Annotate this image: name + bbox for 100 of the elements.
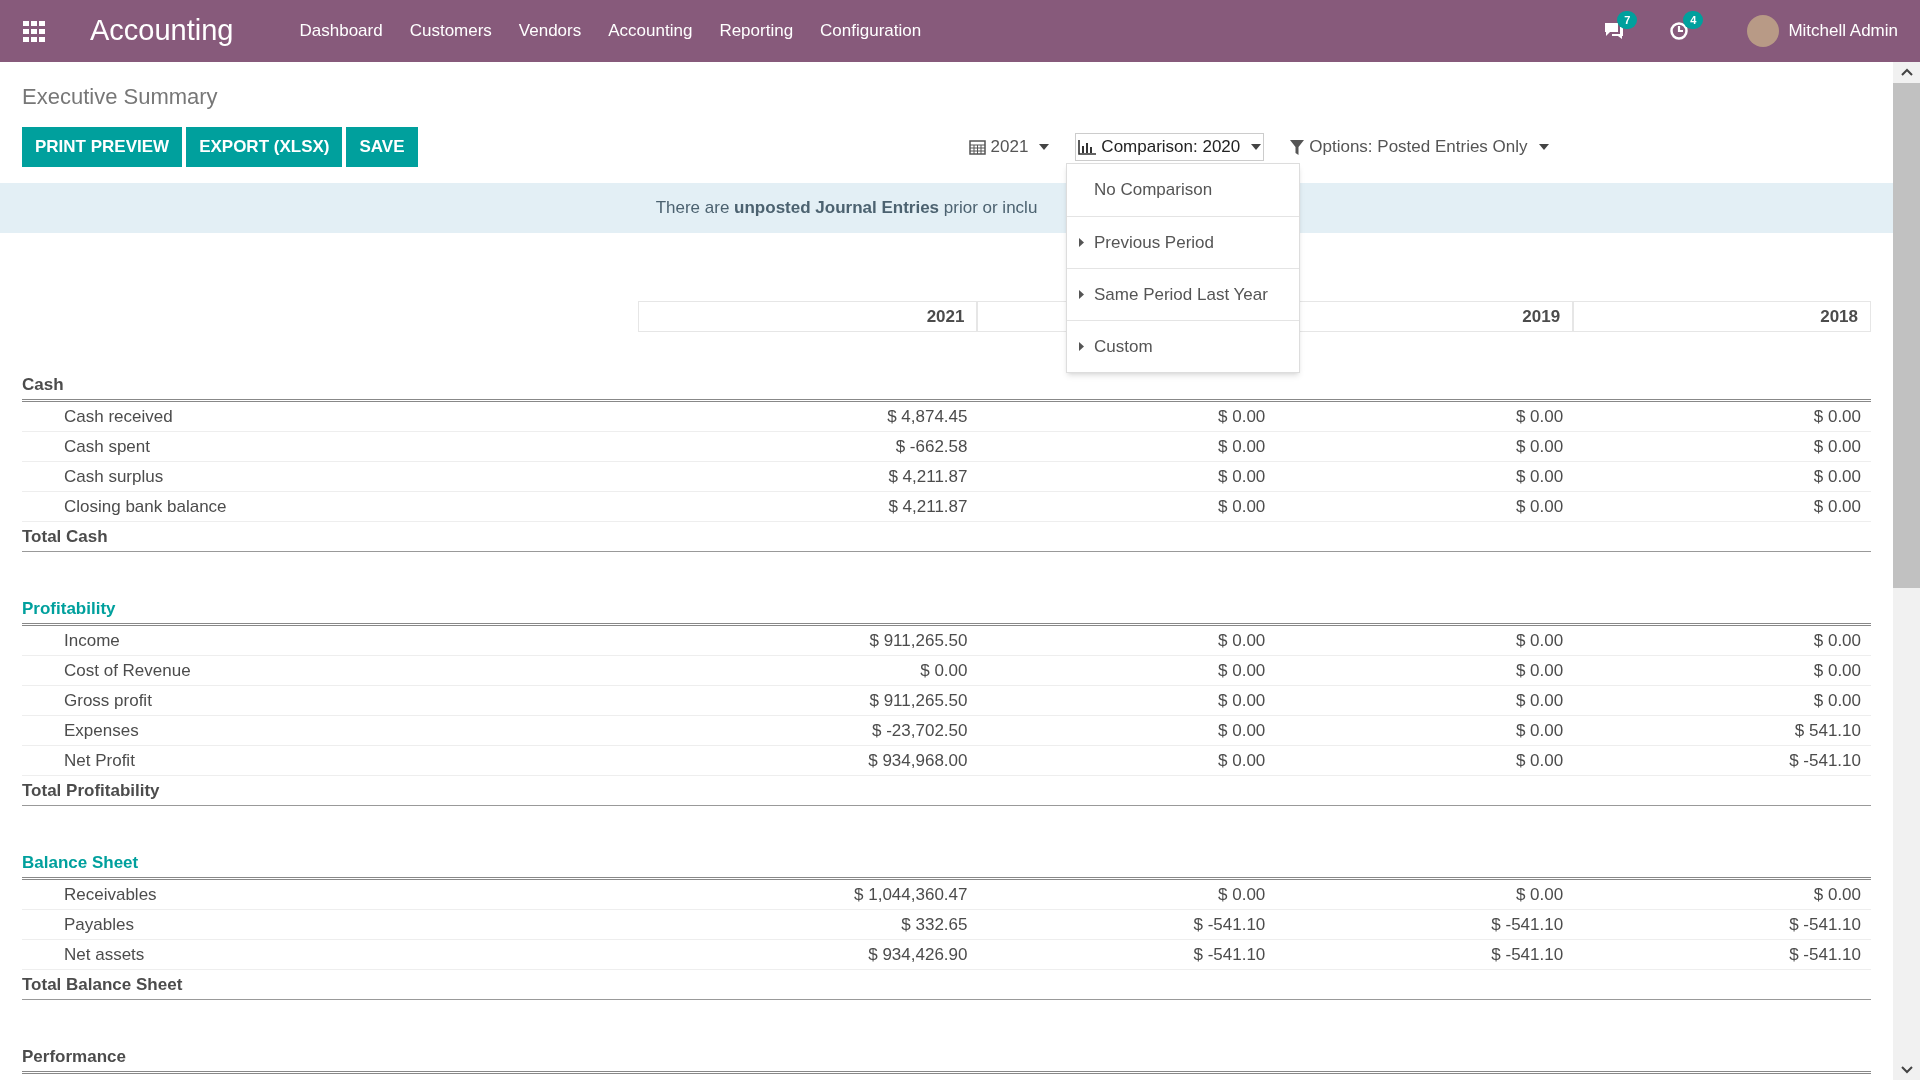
nav-menu-item[interactable]: Reporting	[719, 18, 794, 44]
total-label: Total Cash	[22, 525, 108, 548]
amount: $ -541.10	[1491, 914, 1564, 934]
amount: $ 0.00	[1515, 720, 1564, 740]
row-label: Cash spent	[63, 435, 151, 458]
section-heading[interactable]: Profitability	[22, 595, 116, 623]
amount: $ 0.00	[1218, 406, 1266, 426]
warning-message: There are unposted Journal Entries prior or inclu	[655, 197, 1038, 220]
toolbar-button[interactable]: SAVE	[346, 127, 418, 167]
amount: $ 0.00	[1218, 720, 1266, 740]
toolbar-button[interactable]: EXPORT (XLSX)	[186, 127, 343, 167]
dropdown-item[interactable]: Previous Period	[1067, 216, 1299, 268]
amount: $ 0.00	[1515, 690, 1564, 710]
amount: $ 332.65	[901, 914, 968, 934]
amount: $ 0.00	[1813, 406, 1861, 426]
amount: $ 0.00	[1813, 496, 1861, 516]
amount: $ 911,265.50	[869, 690, 968, 710]
amount: $ 0.00	[1218, 660, 1266, 680]
amount: $ 0.00	[1218, 750, 1266, 770]
dropdown-item[interactable]: Custom	[1067, 320, 1299, 372]
amount: $ 0.00	[1218, 690, 1266, 710]
row-label: Net Profit	[63, 749, 136, 772]
amount: $ 0.00	[1218, 436, 1266, 456]
total-label: Total Profitability	[22, 779, 160, 802]
amount: $ 0.00	[1813, 660, 1861, 680]
amount: $ -541.10	[1789, 750, 1861, 770]
amount: $ 0.00	[1813, 436, 1861, 456]
filter-dropdown[interactable]: Options: Posted Entries Only	[1288, 133, 1551, 161]
filter-icon	[1290, 139, 1305, 155]
amount: $ -541.10	[1491, 944, 1564, 964]
amount: $ 1,044,360.47	[854, 884, 968, 904]
row-label: Payables	[63, 913, 135, 936]
amount: $ -662.58	[895, 436, 968, 456]
calendar-icon	[968, 139, 986, 155]
nav-menu-item[interactable]: Dashboard	[299, 18, 383, 44]
amount: $ 0.00	[920, 660, 968, 680]
amount: $ 4,211.87	[888, 466, 968, 486]
clock-icon[interactable]	[1669, 21, 1690, 41]
row-label: Gross profit	[63, 689, 153, 712]
nav-menu-item[interactable]: Vendors	[518, 18, 582, 44]
amount: $ 0.00	[1515, 436, 1564, 456]
app-title[interactable]: Accounting	[90, 9, 234, 53]
amount: $ 0.00	[1218, 884, 1266, 904]
scrollbar[interactable]	[1893, 62, 1920, 1080]
amount: $ 0.00	[1813, 466, 1861, 486]
filter-dropdown[interactable]: 2021	[966, 133, 1052, 161]
dropdown-item[interactable]: Same Period Last Year	[1067, 268, 1299, 320]
nav-menu-item[interactable]: Configuration	[820, 18, 922, 44]
row-label: Cash surplus	[63, 465, 165, 488]
row-label: Net assets	[63, 943, 146, 966]
amount: $ 0.00	[1813, 630, 1861, 650]
section-heading: Cash	[22, 373, 64, 396]
column-header: 2021	[637, 301, 978, 332]
amount: $ 0.00	[1218, 496, 1266, 516]
amount: $ 4,874.45	[887, 406, 968, 426]
amount: $ -541.10	[1789, 914, 1861, 934]
user-name[interactable]: Mitchell Admin	[1788, 18, 1898, 44]
scroll-up-icon[interactable]	[1899, 67, 1914, 77]
amount: $ 911,265.50	[869, 630, 968, 650]
row-label: Cash received	[63, 405, 174, 428]
amount: $ 0.00	[1218, 630, 1266, 650]
dropdown-item[interactable]: No Comparison	[1067, 164, 1299, 216]
row-label: Expenses	[63, 719, 140, 742]
section-heading[interactable]: Balance Sheet	[22, 849, 139, 877]
amount: $ 0.00	[1515, 466, 1564, 486]
amount: $ 0.00	[1515, 496, 1564, 516]
amount: $ 0.00	[1515, 750, 1564, 770]
amount: $ 0.00	[1515, 660, 1564, 680]
caret-icon	[1039, 144, 1050, 150]
section-heading: Performance	[22, 1045, 126, 1068]
amount: $ 0.00	[1515, 406, 1564, 426]
chat-icon[interactable]	[1603, 21, 1626, 41]
count-badge: 7	[1617, 11, 1638, 29]
amount: $ 4,211.87	[888, 496, 968, 516]
nav-menu-item[interactable]: Accounting	[608, 18, 693, 44]
apps-menu-icon[interactable]	[22, 19, 46, 43]
filter-dropdown[interactable]: Comparison: 2020	[1075, 133, 1265, 161]
amount: $ 0.00	[1515, 884, 1564, 904]
row-label: Income	[63, 629, 121, 652]
bar-chart-icon	[1078, 139, 1097, 155]
row-label: Cost of Revenue	[63, 659, 192, 682]
nav-menu-item[interactable]: Customers	[409, 18, 492, 44]
caret-icon	[1538, 144, 1549, 150]
amount: $ 541.10	[1794, 720, 1861, 740]
amount: $ 0.00	[1813, 884, 1861, 904]
amount: $ 934,426.90	[868, 944, 968, 964]
amount: $ -541.10	[1789, 944, 1861, 964]
row-label: Closing bank balance	[63, 495, 228, 518]
amount: $ -541.10	[1193, 944, 1266, 964]
column-header: 2018	[1573, 301, 1871, 332]
scroll-down-icon[interactable]	[1899, 1065, 1914, 1075]
row-label: Receivables	[63, 883, 158, 906]
count-badge: 4	[1683, 11, 1704, 29]
page-title: Executive Summary	[22, 83, 219, 110]
toolbar-button[interactable]: PRINT PREVIEW	[22, 127, 183, 167]
caret-icon	[1251, 144, 1262, 150]
amount: $ 934,968.00	[868, 750, 968, 770]
scrollbar-thumb[interactable]	[1893, 83, 1920, 588]
amount: $ 0.00	[1515, 630, 1564, 650]
amount: $ 0.00	[1813, 690, 1861, 710]
